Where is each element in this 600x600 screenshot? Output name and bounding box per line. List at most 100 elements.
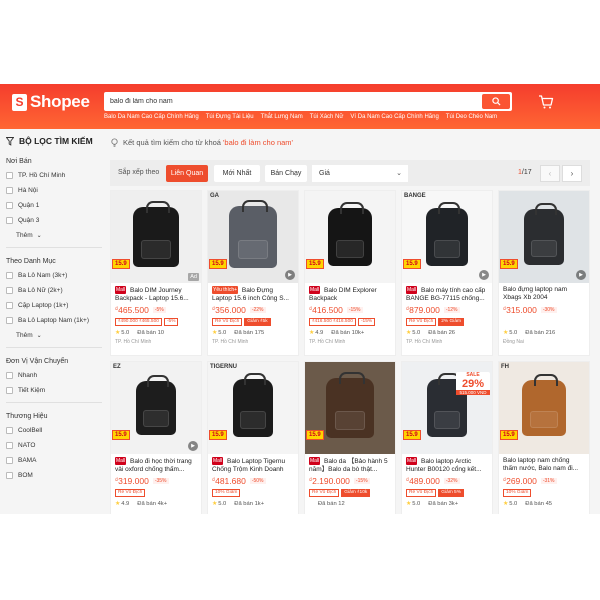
price-sort-select[interactable]: Giá ⌄ <box>312 165 408 182</box>
sale-banner: SALE 29% 515.000 VND <box>456 372 490 395</box>
sold-count: Đã bán 216 <box>525 330 556 336</box>
product-price: ₫2.190.000 <box>309 476 350 486</box>
filter-option[interactable]: Ba Lô Nữ (2k+) <box>6 287 102 294</box>
filter-option[interactable]: Quận 3 <box>6 217 102 224</box>
product-name[interactable]: Balo laptop nam chống thấm nước, Balo na… <box>503 457 585 473</box>
price-row: ₫356.000 -22% <box>212 305 294 315</box>
product-name-text: Balo máy tính cao cấp BANGE BG-77115 chố… <box>406 287 486 302</box>
product-card[interactable]: GA 15.9 ▶ Yêu thích+ Balo Đựng Laptop 15… <box>207 190 299 356</box>
checkbox[interactable] <box>6 302 13 309</box>
backpack-image <box>328 202 372 266</box>
play-icon[interactable]: ▶ <box>188 441 198 451</box>
product-name[interactable]: Mall Balo đi học thời trang vải oxford c… <box>115 457 197 473</box>
filter-option[interactable]: BAMA <box>6 457 102 464</box>
search-input[interactable] <box>110 92 470 111</box>
product-card[interactable]: SALE 29% 515.000 VND 15.9 Mall Balo lapt… <box>401 361 493 514</box>
checkbox[interactable] <box>6 217 13 224</box>
checkbox[interactable] <box>6 317 13 324</box>
sort-label: Sắp xếp theo <box>118 169 160 176</box>
price-row: ₫269.000 -31% <box>503 476 585 486</box>
next-page-button[interactable]: › <box>562 165 582 182</box>
filter-option[interactable]: NATO <box>6 442 102 449</box>
filter-option[interactable]: Quận 1 <box>6 202 102 209</box>
checkbox[interactable] <box>6 472 13 479</box>
campaign-badge: 15.9 <box>306 259 324 269</box>
rating-row: ★ 5.0 Đã bán 216 <box>503 330 585 336</box>
checkbox[interactable] <box>6 387 13 394</box>
checkbox[interactable] <box>6 457 13 464</box>
play-icon[interactable]: ▶ <box>576 270 586 280</box>
sort-newest-button[interactable]: Mới Nhất <box>214 165 260 182</box>
product-card[interactable]: 15.9 Mall Balo DIM Explorer Backpack ₫41… <box>304 190 396 356</box>
product-image: 15.9 Ad <box>111 191 201 283</box>
keyword-link[interactable]: Thắt Lưng Nam <box>261 114 303 120</box>
play-icon[interactable]: ▶ <box>285 270 295 280</box>
filter-option[interactable]: Hà Nội <box>6 187 102 194</box>
product-card[interactable]: 15.9 ▶ Balo đựng laptop nam Xbags Xb 200… <box>498 190 590 356</box>
product-name[interactable]: Mall Balo DIM Explorer Backpack <box>309 286 391 302</box>
product-name[interactable]: Mall Balo laptop Arctic Hunter B00120 cổ… <box>406 457 488 473</box>
product-card[interactable]: BANGE 15.9 ▶ Mall Balo máy tính cao cấp … <box>401 190 493 356</box>
product-card[interactable]: 15.9 Ad Mall Balo DIM Journey Backpack -… <box>110 190 202 356</box>
filter-option[interactable]: Tiết Kiệm <box>6 387 102 394</box>
keyword-link[interactable]: Túi Deo Chéo Nam <box>446 114 497 120</box>
product-price: ₫416.500 <box>309 305 343 315</box>
search-button[interactable] <box>482 94 510 109</box>
shopee-logo[interactable]: S Shopee <box>12 92 90 112</box>
product-name[interactable]: Balo đựng laptop nam Xbags Xb 2004 <box>503 286 585 302</box>
filter-option[interactable]: Nhanh <box>6 372 102 379</box>
star-icon: ★ <box>503 501 509 507</box>
checkbox[interactable] <box>6 172 13 179</box>
checkbox[interactable] <box>6 372 13 379</box>
filter-option[interactable]: CoolBell <box>6 427 102 434</box>
promo-tag: Giảm ₫5k <box>244 318 271 326</box>
promo-tag: Rẻ Vô Địch <box>406 318 437 326</box>
product-card[interactable]: TIGERNU 15.9 Mall Balo Laptop Tigernu Ch… <box>207 361 299 514</box>
search-box <box>104 92 512 111</box>
product-card[interactable]: FH 15.9 Balo laptop nam chống thấm nước,… <box>498 361 590 514</box>
product-name[interactable]: Mall Balo da 【Bảo hành 5 năm】Balo da bò … <box>309 457 391 473</box>
page-indicator: 1/17 <box>518 169 532 176</box>
suggested-keywords: Balo Da Nam Cao Cấp Chính Hãng Túi Đựng … <box>104 114 497 120</box>
product-name[interactable]: Mall Balo Laptop Tigernu Chống Trộm Kinh… <box>212 457 294 473</box>
promo-tag: Rẻ Vô Địch <box>309 489 340 497</box>
checkbox[interactable] <box>6 187 13 194</box>
filter-option[interactable]: Ba Lô Laptop Nam (1k+) <box>6 317 102 324</box>
prev-page-button[interactable]: ‹ <box>540 165 560 182</box>
checkbox[interactable] <box>6 272 13 279</box>
sort-bestseller-button[interactable]: Bán Chạy <box>265 165 307 182</box>
backpack-image <box>326 372 374 438</box>
filter-option[interactable]: BOM <box>6 472 102 479</box>
keyword-link[interactable]: Balo Da Nam Cao Cấp Chính Hãng <box>104 114 199 120</box>
cart-icon[interactable] <box>538 94 554 110</box>
checkbox[interactable] <box>6 287 13 294</box>
price-row: ₫416.500 -15% <box>309 305 391 315</box>
promo-tags: ₫490.000 ₫465.500 -5% <box>115 318 197 326</box>
product-image: 15.9 ▶ <box>499 191 589 283</box>
keyword-link[interactable]: Túi Xách Nữ <box>310 114 344 120</box>
filter-option[interactable]: Ba Lô Nam (3k+) <box>6 272 102 279</box>
product-price: ₫315.000 <box>503 305 537 315</box>
product-name[interactable]: Yêu thích+ Balo Đựng Laptop 15.6 inch Cô… <box>212 286 294 302</box>
filter-option[interactable]: TP. Hồ Chí Minh <box>6 172 102 179</box>
checkbox[interactable] <box>6 202 13 209</box>
product-name[interactable]: Mall Balo máy tính cao cấp BANGE BG-7711… <box>406 286 488 302</box>
product-info: Yêu thích+ Balo Đựng Laptop 15.6 inch Cô… <box>208 283 298 345</box>
filter-option[interactable]: Cặp Laptop (1k+) <box>6 302 102 309</box>
keyword-link[interactable]: Túi Đựng Tài Liệu <box>206 114 254 120</box>
play-icon[interactable]: ▶ <box>479 270 489 280</box>
filter-sidebar: BỘ LỌC TÌM KIẾM Nơi Bán TP. Hồ Chí Minh … <box>6 136 102 487</box>
checkbox[interactable] <box>6 427 13 434</box>
sort-relevance-button[interactable]: Liên Quan <box>166 165 208 182</box>
product-info: Mall Balo da 【Bảo hành 5 năm】Balo da bò … <box>305 454 395 507</box>
rating-row: ★ 5.0 Đã bán 1k+ <box>212 501 294 507</box>
more-button[interactable]: Thêm ⌄ <box>16 232 102 239</box>
product-name[interactable]: Mall Balo DIM Journey Backpack - Laptop … <box>115 286 197 302</box>
product-card[interactable]: 15.9 Mall Balo da 【Bảo hành 5 năm】Balo d… <box>304 361 396 514</box>
more-button[interactable]: Thêm ⌄ <box>16 332 102 339</box>
product-card[interactable]: EZ 15.9 ▶ Mall Balo đi học thời trang vả… <box>110 361 202 514</box>
promo-tag: Giảm 5% <box>438 489 464 497</box>
promo-tag: Giảm ₫10k <box>341 489 371 497</box>
keyword-link[interactable]: Ví Da Nam Cao Cấp Chính Hãng <box>350 114 438 120</box>
checkbox[interactable] <box>6 442 13 449</box>
